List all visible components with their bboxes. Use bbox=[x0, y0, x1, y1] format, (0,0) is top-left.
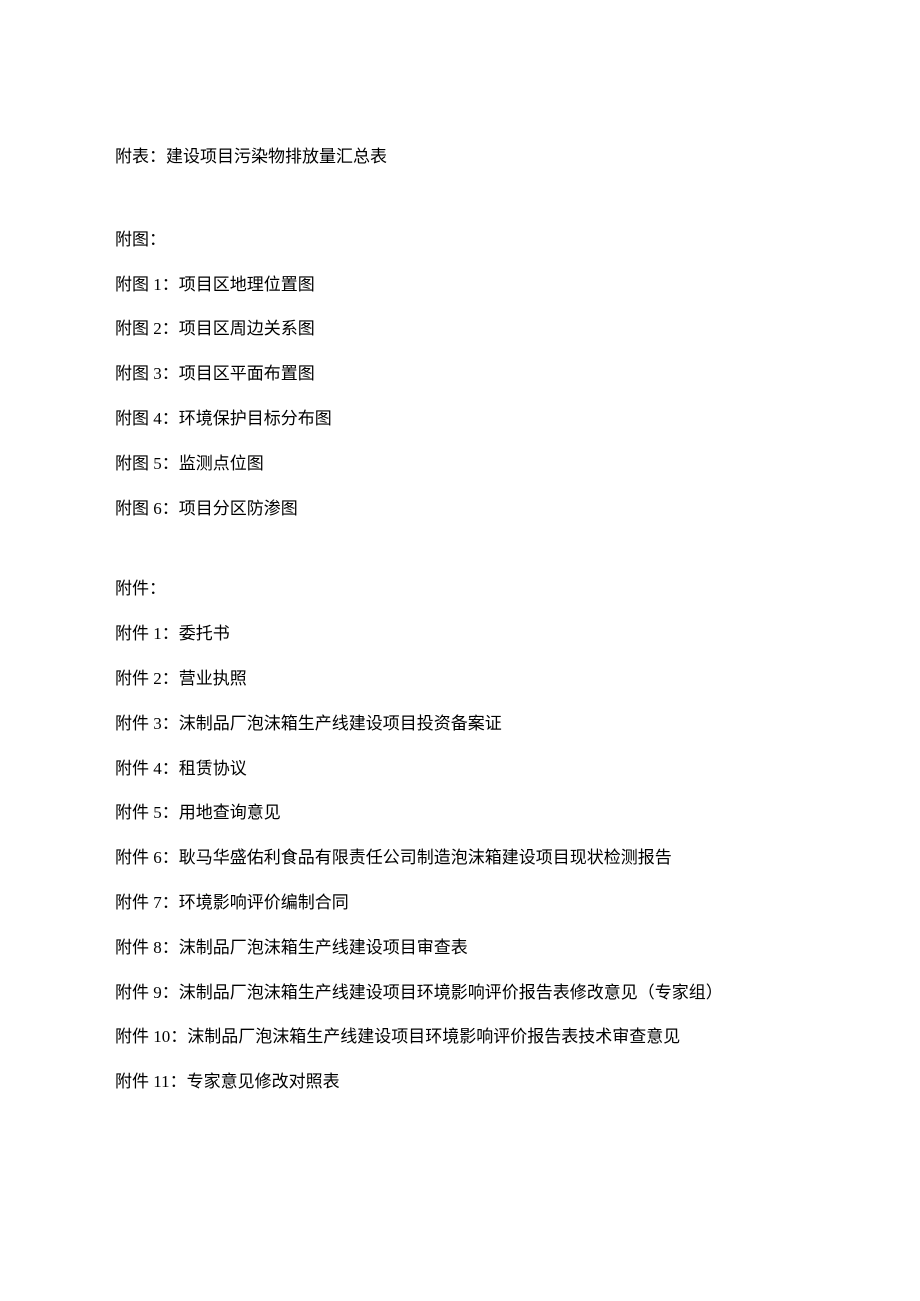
figure-item: 附图 1：项目区地理位置图 bbox=[115, 273, 805, 297]
attachment-item: 附件 9：沫制品厂泡沫箱生产线建设项目环境影响评价报告表修改意见（专家组） bbox=[115, 981, 805, 1005]
attachment-item: 附件 1：委托书 bbox=[115, 622, 805, 646]
document-page: 附表：建设项目污染物排放量汇总表 附图： 附图 1：项目区地理位置图 附图 2：… bbox=[0, 0, 920, 1094]
attachment-table-heading: 附表：建设项目污染物排放量汇总表 bbox=[115, 145, 805, 169]
attachment-item: 附件 6：耿马华盛佑利食品有限责任公司制造泡沫箱建设项目现状检测报告 bbox=[115, 846, 805, 870]
attachment-item: 附件 3：沫制品厂泡沫箱生产线建设项目投资备案证 bbox=[115, 712, 805, 736]
attachment-item: 附件 4：租赁协议 bbox=[115, 757, 805, 781]
figures-heading: 附图： bbox=[115, 228, 805, 252]
figure-item: 附图 2：项目区周边关系图 bbox=[115, 317, 805, 341]
figure-item: 附图 4：环境保护目标分布图 bbox=[115, 407, 805, 431]
attachment-item: 附件 10：沫制品厂泡沫箱生产线建设项目环境影响评价报告表技术审查意见 bbox=[115, 1025, 805, 1049]
attachment-item: 附件 8：沫制品厂泡沫箱生产线建设项目审查表 bbox=[115, 936, 805, 960]
figure-item: 附图 3：项目区平面布置图 bbox=[115, 362, 805, 386]
attachment-item: 附件 7：环境影响评价编制合同 bbox=[115, 891, 805, 915]
figure-item: 附图 5：监测点位图 bbox=[115, 452, 805, 476]
attachments-heading: 附件： bbox=[115, 577, 805, 601]
attachment-item: 附件 11：专家意见修改对照表 bbox=[115, 1070, 805, 1094]
attachment-item: 附件 5：用地查询意见 bbox=[115, 801, 805, 825]
attachment-item: 附件 2：营业执照 bbox=[115, 667, 805, 691]
figure-item: 附图 6：项目分区防渗图 bbox=[115, 497, 805, 521]
